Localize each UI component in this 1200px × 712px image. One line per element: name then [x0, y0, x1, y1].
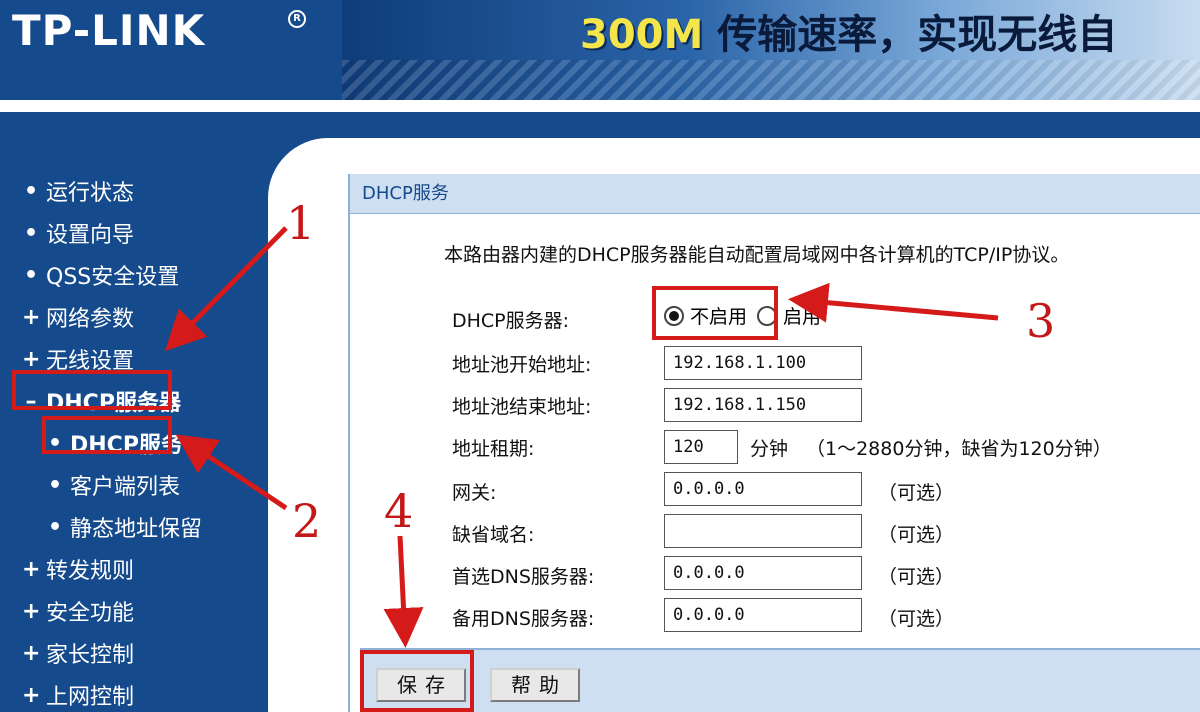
sidebar-item-access-control[interactable]: + 上网控制 [22, 674, 202, 712]
sidebar-item-label: 静态地址保留 [70, 517, 203, 542]
banner-highlight: 300M [580, 12, 704, 58]
annotation-box-save [360, 650, 474, 712]
dns1-label: 首选DNS服务器: [452, 566, 595, 588]
sidebar-item-label: 客户端列表 [70, 475, 181, 500]
gateway-optional: （可选） [878, 482, 955, 504]
expand-icon: + [22, 346, 41, 372]
header-banner: 300M 传输速率，实现无线自 [342, 0, 1200, 100]
header: TP-LINK R 300M 传输速率，实现无线自 [0, 0, 1200, 100]
sidebar-item-security[interactable]: + 安全功能 [22, 590, 202, 632]
dns2-optional: （可选） [878, 608, 955, 630]
sidebar-item-label: 上网控制 [46, 685, 135, 710]
annotation-box-radio [652, 286, 778, 340]
dhcp-server-label: DHCP服务器: [452, 310, 570, 332]
expand-icon: + [22, 598, 41, 624]
sidebar: • 运行状态 • 设置向导 • QSS安全设置 + 网络参数 + 无线设置 – DHCP服务… [0, 112, 268, 712]
help-button[interactable]: 帮助 [490, 668, 580, 702]
expand-icon: + [22, 640, 41, 666]
banner-rest: 传输速率，实现无线自 [703, 12, 1118, 58]
gateway-input[interactable]: 0.0.0.0 [664, 472, 862, 506]
start-address-label: 地址池开始地址: [452, 354, 592, 376]
annotation-number-4: 4 [384, 484, 414, 538]
sidebar-item-status[interactable]: • 运行状态 [22, 170, 202, 212]
lease-note: （1～2880分钟，缺省为120分钟） [806, 438, 1112, 460]
bullet-icon: • [23, 220, 39, 246]
registered-mark-icon: R [288, 10, 306, 28]
sidebar-item-parental[interactable]: + 家长控制 [22, 632, 202, 674]
bullet-icon: • [47, 472, 63, 498]
annotation-number-1: 1 [286, 196, 316, 250]
sidebar-item-client-list[interactable]: • 客户端列表 [22, 464, 202, 506]
tp-link-logo: TP-LINK [12, 6, 206, 55]
dns2-input[interactable]: 0.0.0.0 [664, 598, 862, 632]
dns1-input[interactable]: 0.0.0.0 [664, 556, 862, 590]
domain-label: 缺省域名: [452, 524, 535, 546]
sidebar-item-label: 安全功能 [46, 601, 135, 626]
annotation-box-dhcp-service [42, 416, 172, 454]
gateway-label: 网关: [452, 482, 497, 504]
logo-area: TP-LINK R [0, 0, 335, 100]
expand-icon: + [22, 682, 41, 708]
dns1-optional: （可选） [878, 566, 955, 588]
sidebar-item-label: 网络参数 [46, 307, 135, 332]
panel-description: 本路由器内建的DHCP服务器能自动配置局域网中各计算机的TCP/IP协议。 [444, 244, 1070, 266]
sidebar-item-label: 运行状态 [46, 181, 135, 206]
banner-slogan: 300M 传输速率，实现无线自 [580, 2, 1117, 60]
radio-enable-label: 启用 [783, 306, 822, 328]
bullet-icon: • [23, 262, 39, 288]
expand-icon: + [22, 304, 41, 330]
expand-icon: + [22, 556, 41, 582]
end-address-input[interactable]: 192.168.1.150 [664, 388, 862, 422]
button-bar: 保存 帮助 [360, 648, 1200, 712]
dhcp-panel: DHCP服务 本路由器内建的DHCP服务器能自动配置局域网中各计算机的TCP/I… [348, 174, 1200, 712]
sidebar-item-wizard[interactable]: • 设置向导 [22, 212, 202, 254]
annotation-box-dhcp-server [12, 370, 172, 410]
domain-optional: （可选） [878, 524, 955, 546]
bullet-icon: • [23, 178, 39, 204]
sidebar-item-label: QSS安全设置 [46, 265, 180, 290]
lease-input[interactable]: 120 [664, 430, 738, 464]
sidebar-item-label: 家长控制 [46, 643, 135, 668]
sidebar-item-static-reservation[interactable]: • 静态地址保留 [22, 506, 202, 548]
annotation-number-3: 3 [1026, 294, 1056, 348]
start-address-input[interactable]: 192.168.1.100 [664, 346, 862, 380]
sidebar-item-forwarding[interactable]: + 转发规则 [22, 548, 202, 590]
sidebar-item-network[interactable]: + 网络参数 [22, 296, 202, 338]
annotation-number-2: 2 [292, 494, 322, 548]
dns2-label: 备用DNS服务器: [452, 608, 595, 630]
lease-unit: 分钟 [750, 438, 789, 460]
lease-label: 地址租期: [452, 438, 535, 460]
end-address-label: 地址池结束地址: [452, 396, 592, 418]
sidebar-item-qss[interactable]: • QSS安全设置 [22, 254, 202, 296]
sidebar-item-label: 设置向导 [46, 223, 135, 248]
domain-input[interactable] [664, 514, 862, 548]
sidebar-item-label: 转发规则 [46, 559, 135, 584]
bullet-icon: • [47, 514, 63, 540]
panel-title: DHCP服务 [350, 174, 1200, 214]
